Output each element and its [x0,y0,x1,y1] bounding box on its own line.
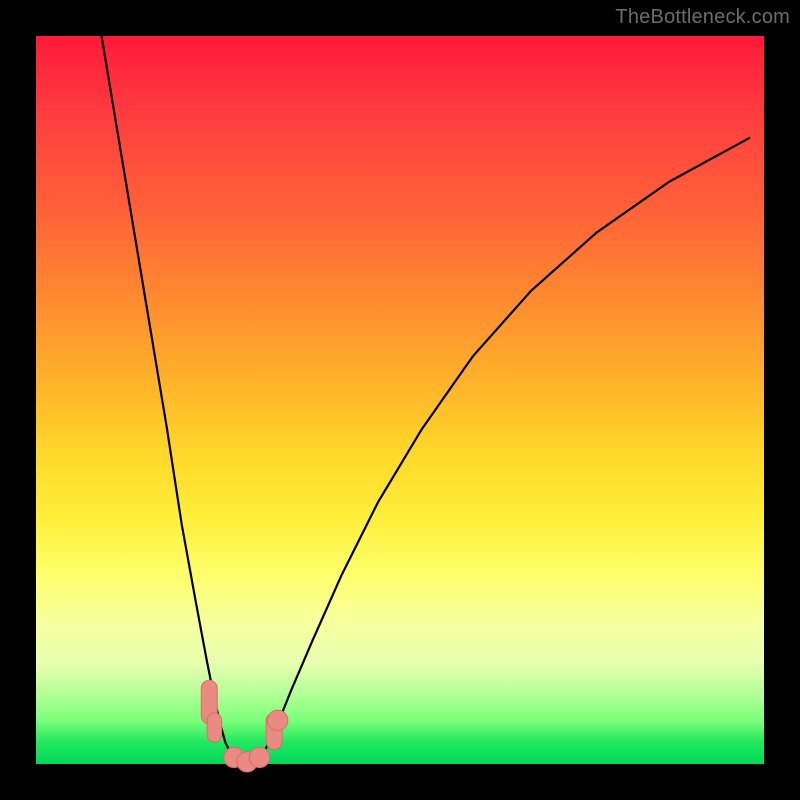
bottleneck-curve [102,36,750,763]
curve-group [102,36,750,763]
chart-svg [36,36,764,764]
chart-frame: TheBottleneck.com [0,0,800,800]
plot-area [36,36,764,764]
marker-group [201,680,288,772]
data-marker [268,710,288,730]
data-marker [249,747,269,767]
watermark-text: TheBottleneck.com [615,6,790,29]
data-marker [207,713,222,742]
